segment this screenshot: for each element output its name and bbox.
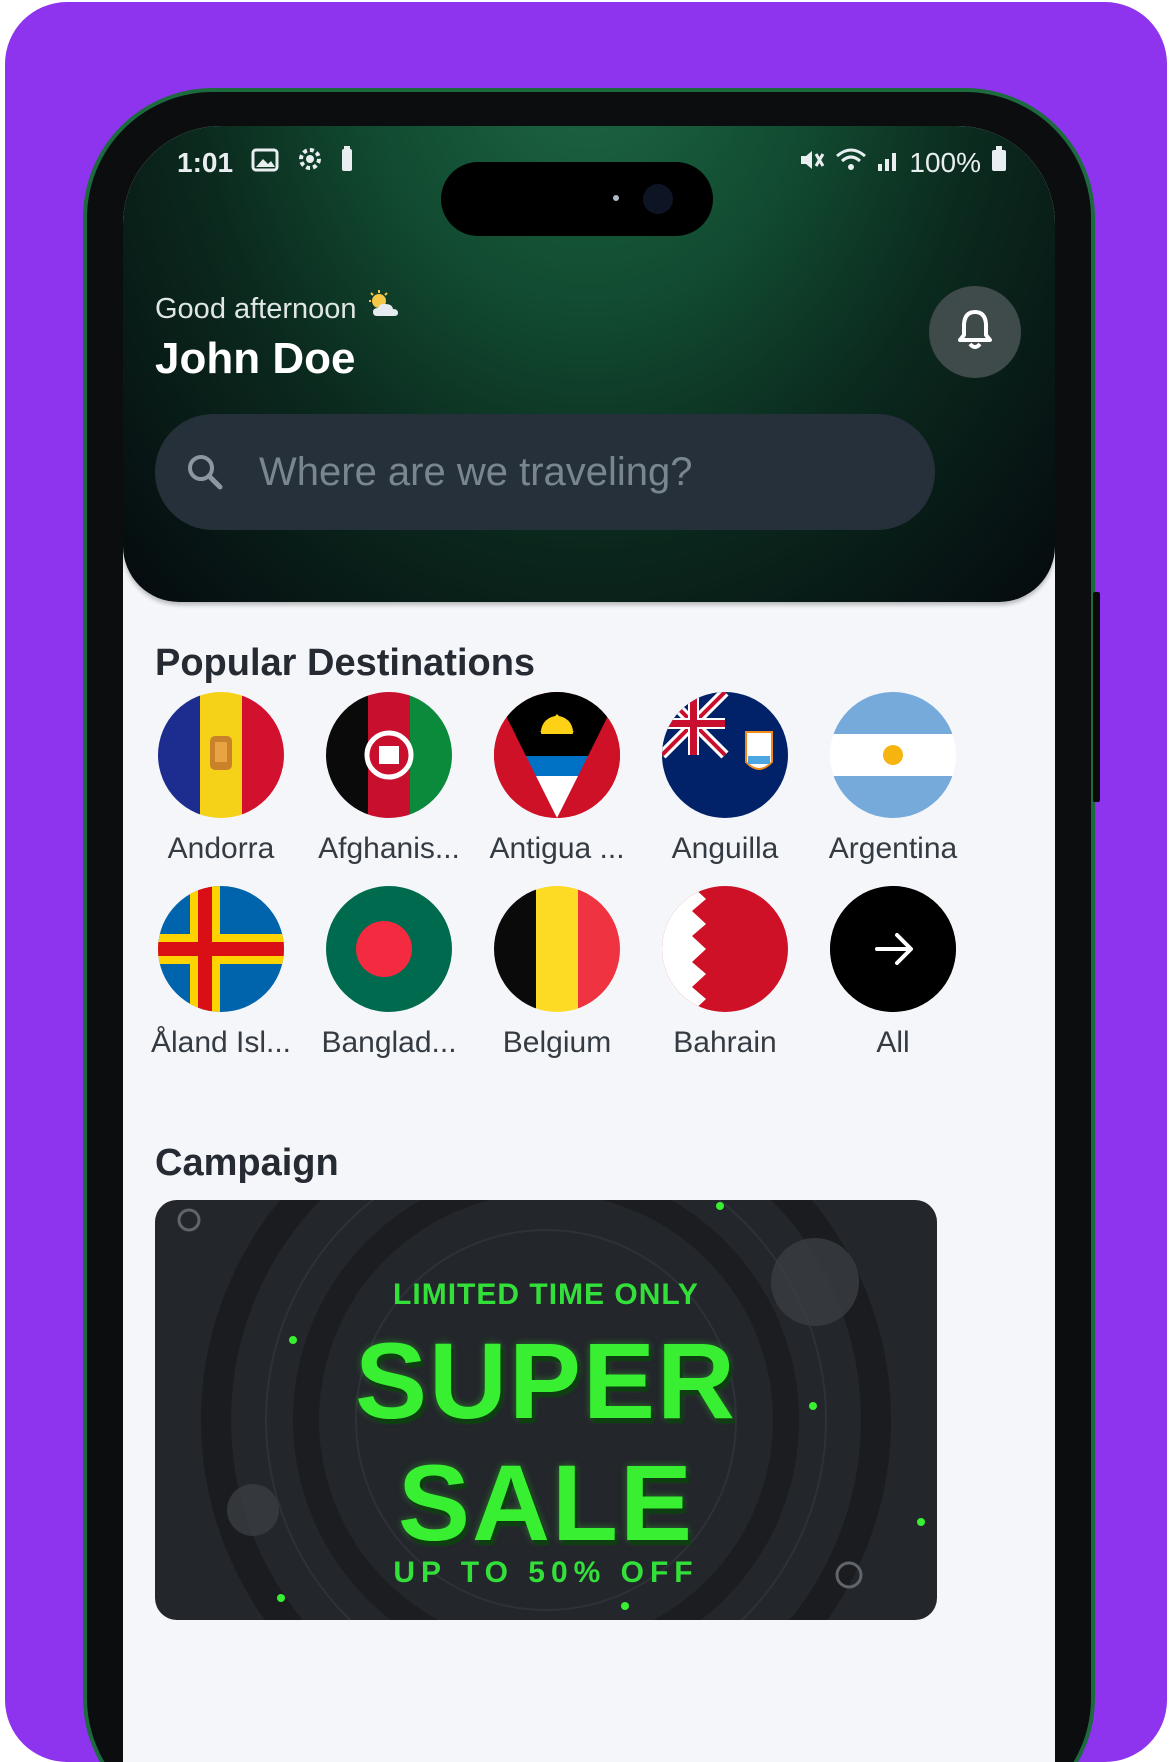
greeting: Good afternoon: [155, 290, 401, 328]
destinations-grid: Andorra Afghanis... Antigua ... Anguilla…: [137, 692, 977, 1060]
status-time: 1:01: [177, 146, 234, 178]
sun-cloud-icon: [367, 290, 401, 328]
destination-label: Åland Isl...: [150, 1026, 292, 1059]
campaign-title: Campaign: [155, 1142, 339, 1184]
destination-all-button[interactable]: All: [809, 886, 977, 1060]
destination-argentina[interactable]: Argentina: [809, 692, 977, 866]
bangladesh-flag-icon: [326, 886, 452, 1012]
banner-headline-sale: SALE: [397, 1442, 695, 1563]
destination-label: Antigua ...: [489, 832, 625, 865]
banner-discount: UP TO 50% OFF: [393, 1556, 699, 1589]
anguilla-flag-icon: [662, 692, 788, 818]
greeting-text: Good afternoon: [155, 292, 357, 325]
phone-volume-button: [1093, 592, 1100, 802]
popular-destinations-title: Popular Destinations: [155, 642, 536, 684]
camera-island: [441, 162, 713, 236]
bell-icon: [955, 308, 995, 357]
argentina-flag-icon: [830, 692, 956, 818]
phone-screen: 1:01 100% Good afternoon John Doe Where …: [123, 126, 1055, 1762]
afghanistan-flag-icon: [326, 692, 452, 818]
destination-bahrain[interactable]: Bahrain: [641, 886, 809, 1060]
destination-label: Anguilla: [671, 832, 779, 865]
gear-icon: [297, 146, 323, 179]
arrow-right-icon: [830, 886, 956, 1012]
destination-label: All: [876, 1026, 910, 1059]
image-icon: [251, 147, 279, 179]
banner-tagline: LIMITED TIME ONLY: [393, 1278, 699, 1311]
belgium-flag-icon: [494, 886, 620, 1012]
destination-aland[interactable]: Åland Isl...: [137, 886, 305, 1060]
user-name: John Doe: [155, 334, 356, 383]
destination-bangladesh[interactable]: Banglad...: [305, 886, 473, 1060]
wifi-icon: [835, 147, 867, 179]
search-icon: [185, 452, 225, 492]
destination-label: Argentina: [828, 832, 958, 865]
banner-headline-super: SUPER: [354, 1320, 738, 1441]
phone-frame: 1:01 100% Good afternoon John Doe Where …: [83, 88, 1100, 1762]
aland-flag-icon: [158, 886, 284, 1012]
destination-belgium[interactable]: Belgium: [473, 886, 641, 1060]
mute-icon: [799, 147, 825, 179]
destination-anguilla[interactable]: Anguilla: [641, 692, 809, 866]
destination-antigua[interactable]: Antigua ...: [473, 692, 641, 866]
battery-icon: [991, 146, 1007, 179]
campaign-banner[interactable]: LIMITED TIME ONLY SUPER SALE UP TO 50% O…: [155, 1200, 937, 1620]
destination-label: Belgium: [502, 1026, 612, 1059]
search-input[interactable]: [257, 448, 861, 496]
battery-saver-icon: [341, 146, 353, 179]
signal-icon: [877, 147, 899, 179]
destination-label: Bahrain: [673, 1026, 777, 1059]
antigua-flag-icon: [494, 692, 620, 818]
destination-label: Banglad...: [321, 1026, 457, 1059]
notification-button[interactable]: [929, 286, 1021, 378]
destination-andorra[interactable]: Andorra: [137, 692, 305, 866]
battery-percentage: 100%: [909, 146, 981, 178]
promo-background: 1:01 100% Good afternoon John Doe Where …: [5, 2, 1167, 1762]
home-header: 1:01 100% Good afternoon John Doe Where …: [123, 126, 1055, 602]
destination-label: Afghanis...: [318, 832, 460, 865]
andorra-flag-icon: [158, 692, 284, 818]
search-bar[interactable]: [155, 414, 935, 530]
destination-label: Andorra: [167, 832, 275, 865]
destination-afghanistan[interactable]: Afghanis...: [305, 692, 473, 866]
bahrain-flag-icon: [662, 886, 788, 1012]
